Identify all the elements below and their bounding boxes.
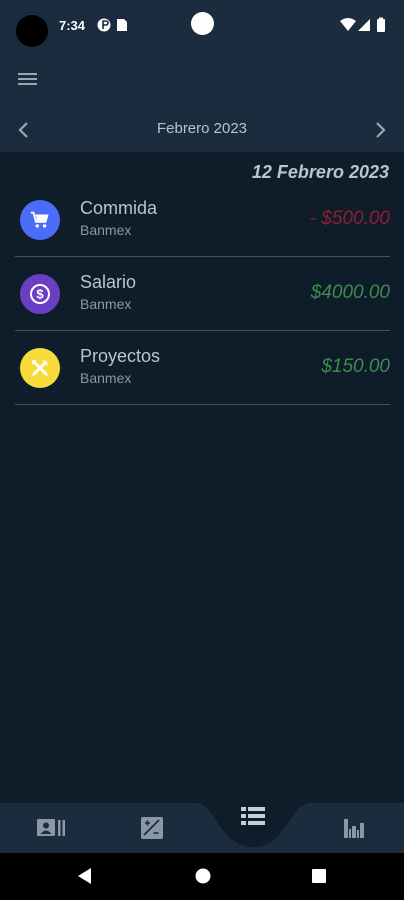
- dollar-coin-icon: $: [20, 274, 60, 314]
- system-navigation-bar: [0, 853, 404, 900]
- stats-bar-chart-icon[interactable]: [343, 817, 365, 844]
- month-label: Febrero 2023: [156, 120, 248, 137]
- app-bar: [0, 52, 404, 106]
- transaction-account: Banmex: [80, 222, 132, 238]
- data-saver-icon: [97, 18, 111, 32]
- transaction-amount: $4000.00: [310, 282, 390, 303]
- home-icon[interactable]: [194, 867, 212, 890]
- transaction-title: Proyectos: [80, 346, 161, 366]
- back-icon[interactable]: [76, 867, 94, 890]
- transaction-title: Commida: [80, 198, 158, 218]
- cart-icon: [20, 200, 60, 240]
- transactions-list-icon[interactable]: [241, 807, 265, 830]
- bottom-navigation: [0, 803, 404, 853]
- status-icons-left: [97, 17, 131, 38]
- camera-cutout: [16, 15, 48, 47]
- sim-card-icon: [117, 19, 127, 31]
- battery-icon: [377, 19, 385, 32]
- accounts-icon[interactable]: [36, 817, 66, 844]
- signal-icon: [358, 19, 370, 31]
- transaction-account: Banmex: [80, 370, 132, 386]
- transaction-list: Commida Banmex - $500.00 $ Salario Banme…: [15, 183, 390, 405]
- tools-icon: [20, 348, 60, 388]
- hamburger-menu-icon[interactable]: [14, 67, 42, 91]
- status-bar: 7:34: [0, 0, 404, 52]
- front-camera: [191, 12, 214, 35]
- transaction-row[interactable]: Commida Banmex - $500.00: [15, 183, 390, 257]
- transaction-row[interactable]: $ Salario Banmex $4000.00: [15, 257, 390, 331]
- transaction-row[interactable]: Proyectos Banmex $150.00: [15, 331, 390, 405]
- transaction-title: Salario: [80, 272, 137, 292]
- wifi-icon: [340, 18, 356, 31]
- transaction-amount: - $500.00: [309, 208, 390, 229]
- recents-icon[interactable]: [311, 868, 327, 889]
- status-time: 7:34: [59, 18, 86, 33]
- calculator-icon[interactable]: [141, 817, 163, 844]
- month-navigator: Febrero 2023: [0, 106, 404, 152]
- transaction-amount: $150.00: [321, 356, 390, 377]
- chevron-right-icon[interactable]: [368, 118, 392, 142]
- transaction-account: Banmex: [80, 296, 132, 312]
- svg-text:$: $: [36, 287, 44, 302]
- day-header: 12 Febrero 2023: [251, 162, 389, 182]
- status-icons-right: [340, 17, 390, 38]
